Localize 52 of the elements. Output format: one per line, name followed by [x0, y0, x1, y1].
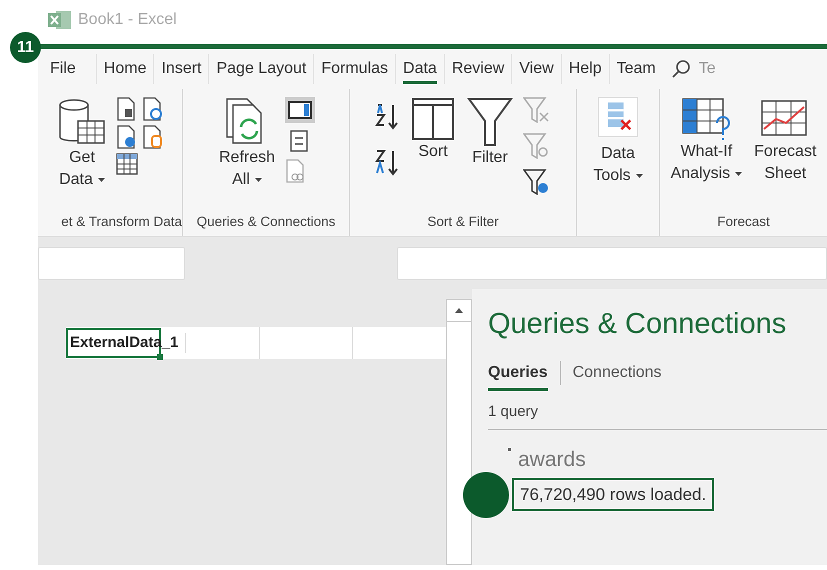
filter-button[interactable]: Filter: [465, 97, 515, 169]
group-label: Sort & Filter: [427, 214, 499, 229]
data-tools-icon: [598, 97, 638, 137]
document-clock-icon[interactable]: [142, 97, 164, 121]
query-status: 76,720,490 rows loaded.: [512, 478, 714, 511]
ribbon-tab[interactable]: Formulas: [313, 54, 396, 84]
search-icon[interactable]: [670, 59, 691, 79]
caret-icon: [254, 178, 262, 182]
filter-icon: [467, 97, 513, 147]
ribbon-tab[interactable]: View: [511, 54, 561, 84]
sort-icon: [411, 97, 455, 141]
what-if-analysis-icon: [681, 97, 732, 141]
ribbon-tab[interactable]: Page Layout: [208, 54, 314, 84]
group-label: Queries & Connections: [196, 214, 336, 229]
ribbon-tab[interactable]: Help: [560, 54, 609, 84]
name-box-field[interactable]: [38, 246, 185, 280]
document-info-icon[interactable]: [116, 125, 138, 149]
ribbon-tab[interactable]: Team: [608, 54, 663, 84]
sort-button[interactable]: Sort: [409, 97, 457, 163]
pane-tab[interactable]: Connections: [572, 360, 662, 390]
formula-bar-field[interactable]: [397, 246, 827, 280]
ribbon-tab[interactable]: File: [38, 54, 96, 84]
get-data-button[interactable]: Get Data: [56, 97, 108, 191]
pane-icon[interactable]: [285, 97, 316, 123]
bullet-icon: [508, 448, 511, 451]
advanced-filter-icon[interactable]: [523, 169, 551, 195]
query-count: 1 query: [488, 400, 827, 430]
database-icon: [58, 97, 106, 147]
scrollbar[interactable]: [446, 299, 472, 565]
query-name[interactable]: awards: [518, 444, 586, 476]
pane-title: Queries & Connections: [488, 307, 788, 342]
ribbon-tab[interactable]: Review: [444, 54, 512, 84]
table-icon[interactable]: [116, 153, 138, 175]
group-label: Forecast: [717, 214, 770, 229]
refresh-all-button[interactable]: Refresh All: [216, 97, 278, 191]
scroll-up-icon[interactable]: [455, 308, 463, 313]
excel-logo-icon: [48, 10, 72, 30]
window-title: Book1 - Excel: [78, 10, 177, 30]
ribbon-tab[interactable]: Data: [395, 54, 444, 84]
step-number-badge: 11: [10, 32, 41, 63]
callout-marker: [463, 472, 509, 518]
pane-tab[interactable]: Queries: [488, 360, 548, 390]
ribbon-tab[interactable]: Home: [96, 54, 154, 84]
forecast-sheet-button[interactable]: Forecast Sheet: [752, 97, 818, 185]
ribbon-tab[interactable]: Insert: [153, 54, 208, 84]
what-if-analysis-button[interactable]: What-If Analysis: [668, 97, 744, 185]
data-tools-button[interactable]: Data Tools: [591, 97, 645, 187]
caret-icon: [636, 174, 643, 178]
caret-icon: [735, 172, 742, 176]
group-label: et & Transform Data: [61, 214, 182, 229]
caret-icon: [98, 178, 105, 182]
document-cylinder-icon[interactable]: [142, 125, 164, 149]
